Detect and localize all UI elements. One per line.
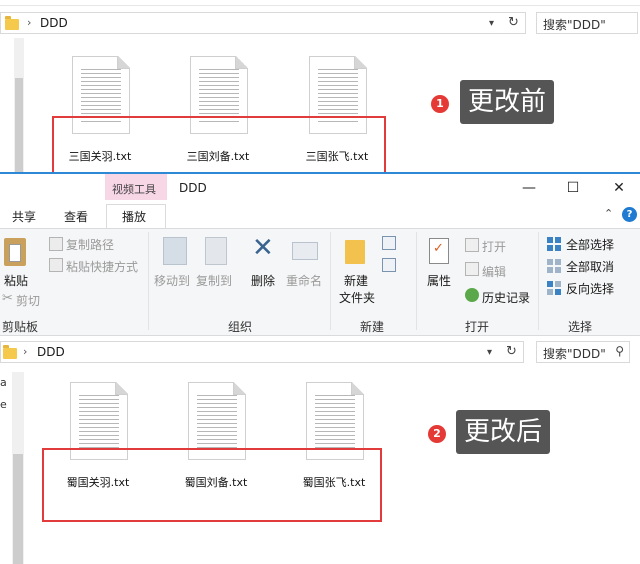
open-button[interactable]: 打开 — [482, 238, 506, 255]
delete-icon: ✕ — [252, 233, 274, 263]
group-label-organize: 组织 — [228, 320, 253, 334]
vertical-scrollbar[interactable] — [14, 38, 24, 172]
select-none-icon — [547, 259, 561, 273]
nav-pane-char: e — [0, 398, 7, 411]
address-bar[interactable]: › DDD ▾ ↻ — [0, 341, 524, 363]
collapse-ribbon-icon[interactable]: ⌃ — [604, 207, 613, 220]
callout-label: 更改前 — [460, 80, 555, 124]
new-folder-button-line1[interactable]: 新建 — [344, 272, 368, 289]
rename-button[interactable]: 重命名 — [286, 272, 322, 289]
copy-to-icon — [205, 237, 227, 265]
open-icon — [465, 238, 479, 252]
history-button[interactable]: 历史记录 — [482, 289, 530, 306]
select-none-button[interactable]: 全部取消 — [566, 258, 614, 275]
invert-selection-button[interactable]: 反向选择 — [566, 280, 614, 297]
ribbon-tabs: 共享 查看 — [0, 204, 640, 228]
breadcrumb-current[interactable]: DDD — [40, 16, 68, 30]
search-input[interactable]: 搜索"DDD" — [536, 12, 638, 34]
minimize-button[interactable]: — — [514, 178, 544, 198]
easy-access-icon[interactable] — [382, 258, 396, 272]
breadcrumb-current[interactable]: DDD — [37, 345, 65, 359]
new-folder-button-line2[interactable]: 文件夹 — [339, 289, 375, 306]
copy-to-button[interactable]: 复制到 — [196, 272, 232, 289]
paste-shortcut-button[interactable]: 粘贴快捷方式 — [66, 258, 138, 275]
search-icon[interactable]: ⚲ — [615, 344, 624, 358]
folder-icon — [5, 16, 19, 30]
column-header-strip — [0, 0, 640, 6]
new-item-icon[interactable] — [382, 236, 396, 250]
scrollbar-thumb[interactable] — [13, 454, 23, 564]
close-button[interactable]: ✕ — [604, 178, 634, 198]
group-label-open: 打开 — [465, 320, 490, 334]
scrollbar-thumb[interactable] — [15, 78, 23, 172]
search-input[interactable]: 搜索"DDD" ⚲ — [536, 341, 630, 363]
tab-play-label: 播放 — [122, 210, 147, 224]
title-bar — [0, 174, 640, 204]
copy-path-icon — [49, 237, 63, 251]
nav-pane-char: a — [0, 376, 7, 389]
clipboard-icon — [4, 238, 26, 266]
group-label-clipboard: 剪贴板 — [2, 320, 39, 334]
properties-button[interactable]: 属性 — [427, 272, 451, 289]
copy-path-button[interactable]: 复制路径 — [66, 236, 114, 253]
folder-icon — [3, 345, 17, 359]
chevron-down-icon[interactable]: ▾ — [489, 18, 494, 29]
edit-button[interactable]: 编辑 — [482, 263, 506, 280]
vertical-scrollbar[interactable] — [12, 372, 24, 564]
highlight-box — [42, 448, 382, 522]
move-to-icon — [163, 237, 187, 265]
chevron-right-icon: › — [27, 16, 32, 29]
refresh-icon[interactable]: ↻ — [506, 344, 517, 359]
chevron-down-icon[interactable]: ▾ — [487, 347, 492, 358]
callout-label: 更改后 — [456, 410, 551, 454]
new-folder-icon — [345, 240, 365, 264]
group-divider — [148, 232, 149, 330]
search-placeholder: 搜索"DDD" — [543, 18, 606, 32]
paste-button[interactable]: 粘贴 — [4, 272, 28, 289]
address-bar[interactable]: › DDD ▾ ↻ — [0, 12, 526, 34]
edit-icon — [465, 262, 479, 276]
tab-play[interactable]: 播放 — [106, 204, 166, 229]
paste-shortcut-icon — [49, 258, 63, 272]
group-divider — [538, 232, 539, 330]
group-label-new: 新建 — [360, 320, 385, 334]
help-icon[interactable]: ? — [622, 207, 637, 222]
move-to-button[interactable]: 移动到 — [154, 272, 190, 289]
search-placeholder: 搜索"DDD" — [543, 347, 606, 361]
chevron-right-icon: › — [23, 345, 28, 358]
invert-selection-icon — [547, 281, 561, 295]
select-all-icon — [547, 237, 561, 251]
context-tab-label: 视频工具 — [112, 183, 156, 196]
window-title: DDD — [179, 181, 207, 195]
group-label-select: 选择 — [568, 320, 593, 334]
properties-icon: ✓ — [429, 238, 449, 264]
group-divider — [330, 232, 331, 330]
delete-button[interactable]: 删除 — [251, 272, 275, 289]
tab-view[interactable]: 查看 — [64, 208, 88, 225]
cut-button[interactable]: 剪切 — [16, 292, 40, 309]
rename-icon — [292, 242, 318, 260]
group-divider — [416, 232, 417, 330]
scissors-icon: ✂ — [2, 291, 13, 306]
history-icon — [465, 288, 479, 302]
step-badge: 2 — [428, 425, 446, 443]
step-badge: 1 — [431, 95, 449, 113]
tab-share[interactable]: 共享 — [12, 208, 36, 225]
select-all-button[interactable]: 全部选择 — [566, 236, 614, 253]
maximize-button[interactable]: ☐ — [558, 178, 588, 198]
refresh-icon[interactable]: ↻ — [508, 15, 519, 30]
